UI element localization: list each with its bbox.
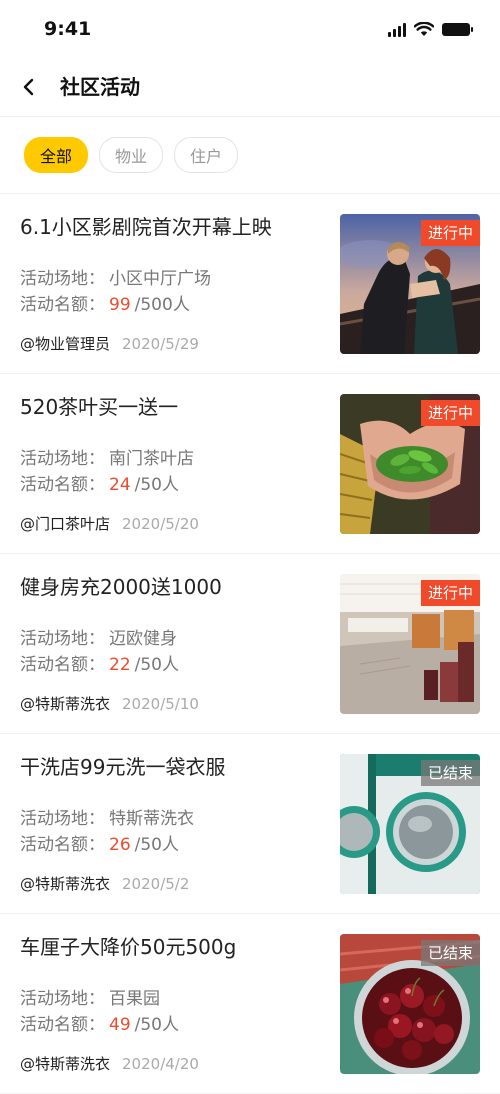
- activity-venue: 活动场地： 迈欧健身: [20, 626, 177, 652]
- activity-meta: @物业管理员 2020/5/29: [20, 333, 199, 355]
- quota-count: 22: [109, 655, 131, 675]
- status-time: 9:41: [44, 18, 92, 40]
- venue-label: 活动场地：: [20, 269, 105, 289]
- quota-count: 24: [109, 475, 131, 495]
- activity-thumbnail: 进行中: [340, 574, 480, 714]
- activity-title: 520茶叶买一送一: [20, 395, 179, 419]
- activity-quota: 活动名额： 22/50人: [20, 652, 179, 678]
- venue-label: 活动场地：: [20, 809, 105, 829]
- venue-label: 活动场地：: [20, 449, 105, 469]
- quota-label: 活动名额：: [20, 295, 105, 315]
- activity-venue: 活动场地： 南门茶叶店: [20, 446, 194, 472]
- activity-quota: 活动名额： 26/50人: [20, 832, 179, 858]
- venue-value: 迈欧健身: [109, 629, 177, 649]
- venue-value: 百果园: [109, 989, 160, 1009]
- quota-total: /50人: [134, 1015, 179, 1035]
- activity-quota: 活动名额： 99/500人: [20, 292, 190, 318]
- status-badge: 进行中: [420, 580, 480, 606]
- venue-value: 南门茶叶店: [109, 449, 194, 469]
- wifi-icon: [414, 22, 434, 36]
- activity-thumbnail: 已结束: [340, 934, 480, 1074]
- venue-label: 活动场地：: [20, 989, 105, 1009]
- activity-thumbnail: 已结束: [340, 754, 480, 894]
- activity-title: 健身房充2000送1000: [20, 575, 222, 599]
- status-icons: [388, 22, 473, 37]
- activity-venue: 活动场地： 百果园: [20, 986, 160, 1012]
- quota-count: 49: [109, 1015, 131, 1035]
- cellular-signal-icon: [388, 22, 406, 37]
- activity-list: 6.1小区影剧院首次开幕上映 活动场地： 小区中厅广场 活动名额： 99/500人 …: [0, 194, 500, 1094]
- back-button[interactable]: [14, 72, 44, 102]
- activity-title: 干洗店99元洗一袋衣服: [20, 755, 226, 779]
- activity-title: 6.1小区影剧院首次开幕上映: [20, 215, 272, 239]
- quota-label: 活动名额：: [20, 475, 105, 495]
- quota-count: 99: [109, 295, 131, 315]
- filter-tab-property[interactable]: 物业: [99, 137, 164, 173]
- activity-date: 2020/5/20: [122, 515, 199, 533]
- activity-meta: @特斯蒂洗衣 2020/5/2: [20, 873, 189, 895]
- activity-venue: 活动场地： 小区中厅广场: [20, 266, 211, 292]
- activity-title: 车厘子大降价50元500g: [20, 935, 237, 959]
- activity-meta: @特斯蒂洗衣 2020/5/10: [20, 693, 199, 715]
- quota-total: /50人: [134, 475, 179, 495]
- activity-venue: 活动场地： 特斯蒂洗衣: [20, 806, 194, 832]
- activity-item[interactable]: 520茶叶买一送一 活动场地： 南门茶叶店 活动名额： 24/50人 @门口茶叶店 2…: [0, 374, 500, 554]
- venue-value: 小区中厅广场: [109, 269, 211, 289]
- filter-tab-residents[interactable]: 住户: [174, 137, 239, 173]
- activity-meta: @特斯蒂洗衣 2020/4/20: [20, 1053, 199, 1075]
- activity-author: @特斯蒂洗衣: [20, 1055, 111, 1073]
- activity-date: 2020/5/2: [122, 875, 190, 893]
- filter-tab-all[interactable]: 全部: [24, 137, 89, 173]
- activity-date: 2020/4/20: [122, 1055, 199, 1073]
- activity-author: @门口茶叶店: [20, 515, 111, 533]
- activity-author: @特斯蒂洗衣: [20, 695, 111, 713]
- chevron-left-icon: [23, 78, 34, 96]
- activity-thumbnail: 进行中: [340, 394, 480, 534]
- activity-item[interactable]: 6.1小区影剧院首次开幕上映 活动场地： 小区中厅广场 活动名额： 99/500人 …: [0, 194, 500, 374]
- activity-date: 2020/5/29: [122, 335, 199, 353]
- quota-label: 活动名额：: [20, 835, 105, 855]
- quota-count: 26: [109, 835, 131, 855]
- activity-thumbnail: 进行中: [340, 214, 480, 354]
- activity-date: 2020/5/10: [122, 695, 199, 713]
- status-bar: 9:41: [0, 0, 500, 62]
- quota-label: 活动名额：: [20, 655, 105, 675]
- filter-bar: 全部 物业 住户: [0, 117, 500, 194]
- activity-author: @特斯蒂洗衣: [20, 875, 111, 893]
- status-badge: 已结束: [420, 940, 480, 966]
- activity-quota: 活动名额： 24/50人: [20, 472, 179, 498]
- activity-item[interactable]: 健身房充2000送1000 活动场地： 迈欧健身 活动名额： 22/50人 @特斯蒂…: [0, 554, 500, 734]
- activity-item[interactable]: 车厘子大降价50元500g 活动场地： 百果园 活动名额： 49/50人 @特斯蒂洗…: [0, 914, 500, 1094]
- quota-total: /500人: [134, 295, 190, 315]
- quota-total: /50人: [134, 835, 179, 855]
- page-title: 社区活动: [60, 75, 140, 99]
- venue-value: 特斯蒂洗衣: [109, 809, 194, 829]
- status-badge: 进行中: [420, 220, 480, 246]
- activity-quota: 活动名额： 49/50人: [20, 1012, 179, 1038]
- activity-item[interactable]: 干洗店99元洗一袋衣服 活动场地： 特斯蒂洗衣 活动名额： 26/50人 @特斯蒂洗…: [0, 734, 500, 914]
- status-badge: 进行中: [420, 400, 480, 426]
- quota-total: /50人: [134, 655, 179, 675]
- activity-meta: @门口茶叶店 2020/5/20: [20, 513, 199, 535]
- activity-author: @物业管理员: [20, 335, 111, 353]
- venue-label: 活动场地：: [20, 629, 105, 649]
- battery-icon: [442, 23, 473, 36]
- quota-label: 活动名额：: [20, 1015, 105, 1035]
- status-badge: 已结束: [420, 760, 480, 786]
- nav-bar: 社区活动: [0, 62, 500, 117]
